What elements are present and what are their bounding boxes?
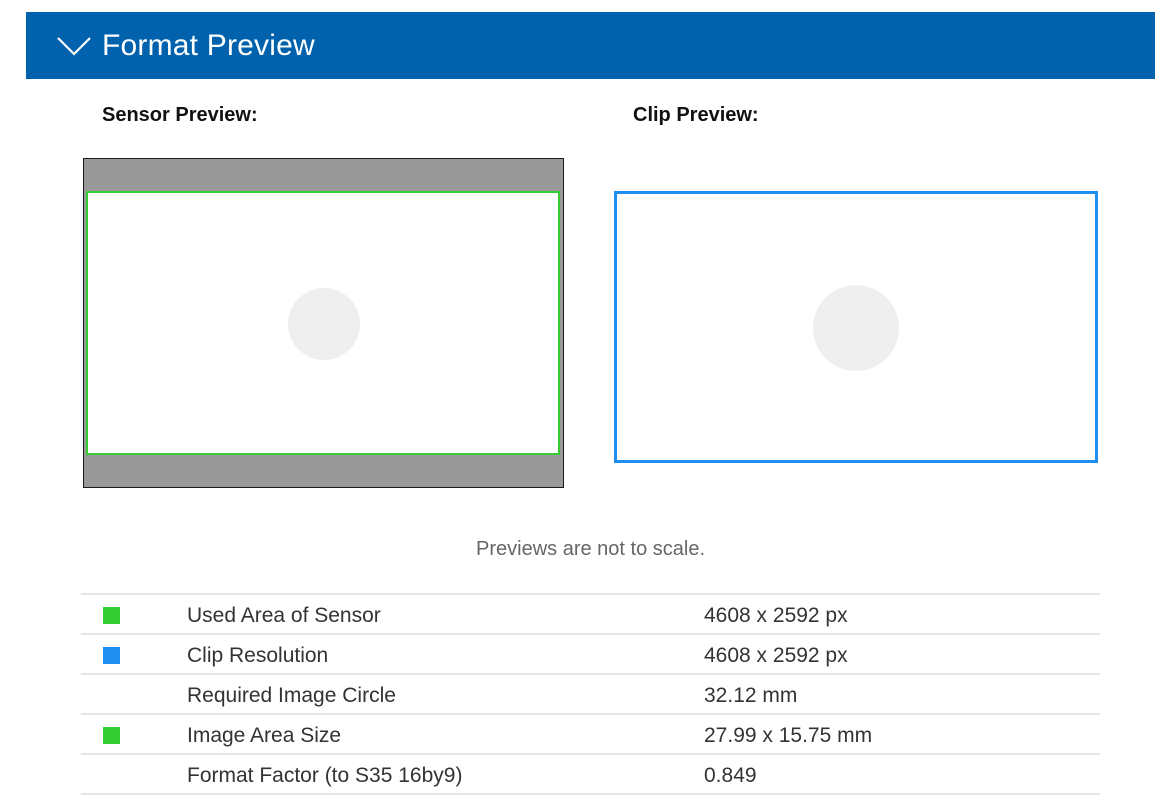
row-label: Clip Resolution <box>187 644 329 667</box>
clip-preview <box>614 191 1098 463</box>
color-swatch <box>103 607 120 624</box>
color-swatch <box>103 727 120 744</box>
format-info-table: Used Area of Sensor 4608 x 2592 px Clip … <box>81 593 1100 795</box>
row-label: Image Area Size <box>187 724 342 747</box>
sensor-used-area <box>86 191 560 455</box>
row-value: 0.849 <box>704 764 757 787</box>
clip-preview-label: Clip Preview: <box>633 104 759 126</box>
row-label: Required Image Circle <box>187 684 396 707</box>
format-preview-header[interactable]: Format Preview <box>26 12 1155 79</box>
color-swatch <box>103 647 120 664</box>
image-circle <box>813 285 899 371</box>
table-row: Used Area of Sensor 4608 x 2592 px <box>81 595 1100 635</box>
table-row: Image Area Size 27.99 x 15.75 mm <box>81 715 1100 755</box>
row-value: 4608 x 2592 px <box>704 644 848 667</box>
image-circle <box>288 288 360 360</box>
sensor-preview-label: Sensor Preview: <box>102 104 258 126</box>
table-row: Required Image Circle 32.12 mm <box>81 675 1100 715</box>
preview-scale-note: Previews are not to scale. <box>476 538 705 560</box>
row-label: Used Area of Sensor <box>187 604 381 627</box>
sensor-preview <box>83 158 564 488</box>
table-row: Clip Resolution 4608 x 2592 px <box>81 635 1100 675</box>
section-title: Format Preview <box>102 28 315 62</box>
table-row: Format Factor (to S35 16by9) 0.849 <box>81 755 1100 795</box>
row-value: 27.99 x 15.75 mm <box>704 724 873 747</box>
row-value: 32.12 mm <box>704 684 798 707</box>
row-label: Format Factor (to S35 16by9) <box>187 764 463 787</box>
chevron-down-icon[interactable] <box>56 34 92 58</box>
row-value: 4608 x 2592 px <box>704 604 848 627</box>
